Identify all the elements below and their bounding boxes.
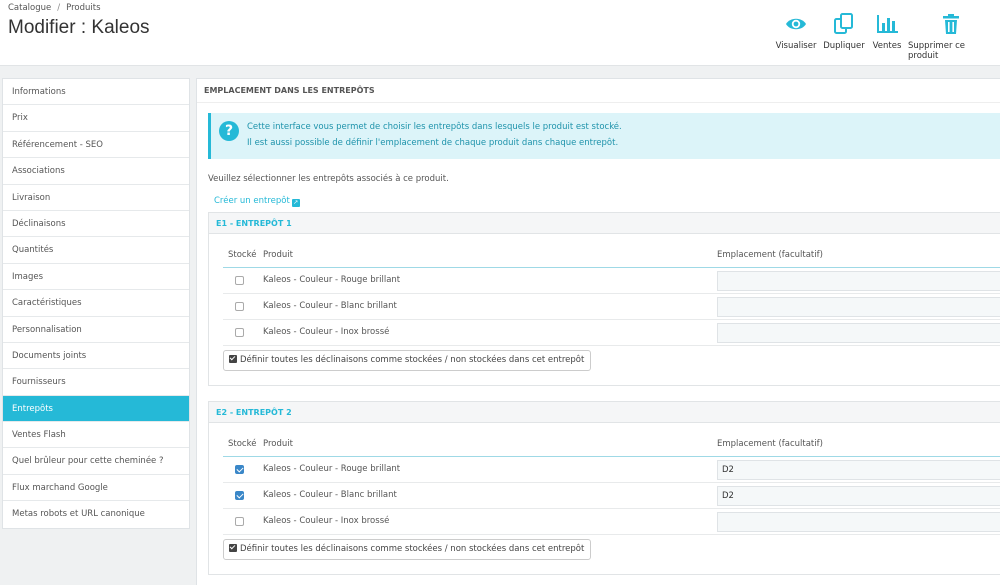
product-name: Kaleos - Couleur - Blanc brillant <box>263 301 397 311</box>
stock-checkbox[interactable] <box>235 465 244 474</box>
tab-informations[interactable]: Informations <box>3 79 189 106</box>
table-row: Kaleos - Couleur - Rouge brillant <box>223 268 1000 294</box>
warehouse-location-panel: EMPLACEMENT DANS LES ENTREPÔTS ? Cette i… <box>196 78 1000 585</box>
tab-images[interactable]: Images <box>3 264 189 291</box>
column-header-stock: Stocké <box>228 250 257 260</box>
product-name: Kaleos - Couleur - Rouge brillant <box>263 275 401 285</box>
location-input[interactable]: D2 <box>717 460 1000 480</box>
tab-caracteristiques[interactable]: Caractéristiques <box>3 290 189 317</box>
tab-ventes-flash[interactable]: Ventes Flash <box>3 422 189 449</box>
stock-checkbox[interactable] <box>235 517 244 526</box>
warehouse-block-1: E1 - ENTREPÔT 1 Stocké Produit Emplaceme… <box>208 212 1000 386</box>
page-header: Catalogue / Produits Modifier : Kaleos Vis… <box>0 0 1000 66</box>
warehouse-title: E1 - ENTREPÔT 1 <box>209 213 1000 234</box>
view-label: Visualiser <box>775 41 817 51</box>
column-header-location: Emplacement (facultatif) <box>717 250 823 260</box>
bar-chart-icon <box>877 15 898 33</box>
location-input[interactable] <box>717 271 1000 291</box>
column-header-location: Emplacement (facultatif) <box>717 439 823 449</box>
stock-checkbox[interactable] <box>235 491 244 500</box>
sales-label: Ventes <box>872 41 902 51</box>
stock-checkbox[interactable] <box>235 328 244 337</box>
warehouse-block-2: E2 - ENTREPÔT 2 Stocké Produit Emplaceme… <box>208 401 1000 575</box>
product-name: Kaleos - Couleur - Inox brossé <box>263 327 390 337</box>
table-row: Kaleos - Couleur - Inox brossé <box>223 509 1000 535</box>
tab-documents-joints[interactable]: Documents joints <box>3 343 189 370</box>
delete-product-button[interactable]: Supprimer ce produit <box>908 12 994 61</box>
table-row: Kaleos - Couleur - Rouge brillant D2 <box>223 457 1000 483</box>
breadcrumb: Catalogue / Produits <box>8 3 101 13</box>
trash-icon <box>943 14 959 34</box>
external-link-icon: ↗ <box>291 199 300 207</box>
page-title: Modifier : Kaleos <box>8 17 150 38</box>
product-name: Kaleos - Couleur - Blanc brillant <box>263 490 397 500</box>
intro-text: Veuillez sélectionner les entrepôts asso… <box>208 174 449 184</box>
table-row: Kaleos - Couleur - Blanc brillant <box>223 294 1000 320</box>
breadcrumb-catalogue[interactable]: Catalogue <box>8 3 51 13</box>
location-input[interactable]: D2 <box>717 486 1000 506</box>
bulk-stock-toggle-button[interactable]: Définir toutes les déclinaisons comme st… <box>223 350 592 371</box>
tab-entrepots[interactable]: Entrepôts <box>3 395 189 423</box>
stock-checkbox[interactable] <box>235 276 244 285</box>
checkbox-icon <box>229 355 237 363</box>
alert-text-line1: Cette interface vous permet de choisir l… <box>247 122 622 132</box>
tab-quantites[interactable]: Quantités <box>3 237 189 264</box>
tab-bruleur[interactable]: Quel brûleur pour cette cheminée ? <box>3 448 189 475</box>
stock-checkbox[interactable] <box>235 302 244 311</box>
location-input[interactable] <box>717 512 1000 532</box>
eye-icon <box>786 18 806 30</box>
column-header-product: Produit <box>263 439 293 449</box>
tab-fournisseurs[interactable]: Fournisseurs <box>3 369 189 396</box>
product-name: Kaleos - Couleur - Inox brossé <box>263 516 390 526</box>
tab-associations[interactable]: Associations <box>3 158 189 185</box>
tab-prix[interactable]: Prix <box>3 105 189 132</box>
duplicate-label: Dupliquer <box>823 41 865 51</box>
table-row: Kaleos - Couleur - Inox brossé <box>223 320 1000 346</box>
tab-personnalisation[interactable]: Personnalisation <box>3 317 189 343</box>
column-header-stock: Stocké <box>228 439 257 449</box>
create-warehouse-label: Créer un entrepôt <box>214 196 290 206</box>
breadcrumb-separator: / <box>57 3 61 13</box>
tab-metas-robots[interactable]: Metas robots et URL canonique <box>3 501 189 527</box>
info-alert: ? Cette interface vous permet de choisir… <box>208 113 1000 159</box>
bulk-label: Définir toutes les déclinaisons comme st… <box>240 544 585 554</box>
tab-flux-google[interactable]: Flux marchand Google <box>3 475 189 502</box>
view-button[interactable]: Visualiser <box>776 12 816 51</box>
bulk-stock-toggle-button[interactable]: Définir toutes les déclinaisons comme st… <box>223 539 592 560</box>
warehouse-title: E2 - ENTREPÔT 2 <box>209 402 1000 423</box>
duplicate-button[interactable]: Dupliquer <box>822 12 866 51</box>
duplicate-icon <box>834 13 853 34</box>
tab-declinaisons[interactable]: Déclinaisons <box>3 211 189 238</box>
product-tabs-sidebar: Informations Prix Référencement - SEO As… <box>2 78 190 529</box>
create-warehouse-link[interactable]: Créer un entrepôt ↗ <box>214 196 300 207</box>
tab-seo[interactable]: Référencement - SEO <box>3 132 189 159</box>
location-input[interactable] <box>717 323 1000 343</box>
tab-livraison[interactable]: Livraison <box>3 185 189 211</box>
question-icon: ? <box>219 121 239 141</box>
bulk-label: Définir toutes les déclinaisons comme st… <box>240 355 585 365</box>
delete-label: Supprimer ce produit <box>908 41 966 61</box>
location-input[interactable] <box>717 297 1000 317</box>
checkbox-icon <box>229 544 237 552</box>
breadcrumb-products[interactable]: Produits <box>66 3 100 13</box>
sales-button[interactable]: Ventes <box>871 12 903 51</box>
panel-heading: EMPLACEMENT DANS LES ENTREPÔTS <box>197 79 1000 103</box>
table-row: Kaleos - Couleur - Blanc brillant D2 <box>223 483 1000 509</box>
column-header-product: Produit <box>263 250 293 260</box>
product-name: Kaleos - Couleur - Rouge brillant <box>263 464 401 474</box>
alert-text-line2: Il est aussi possible de définir l'empla… <box>247 138 619 148</box>
